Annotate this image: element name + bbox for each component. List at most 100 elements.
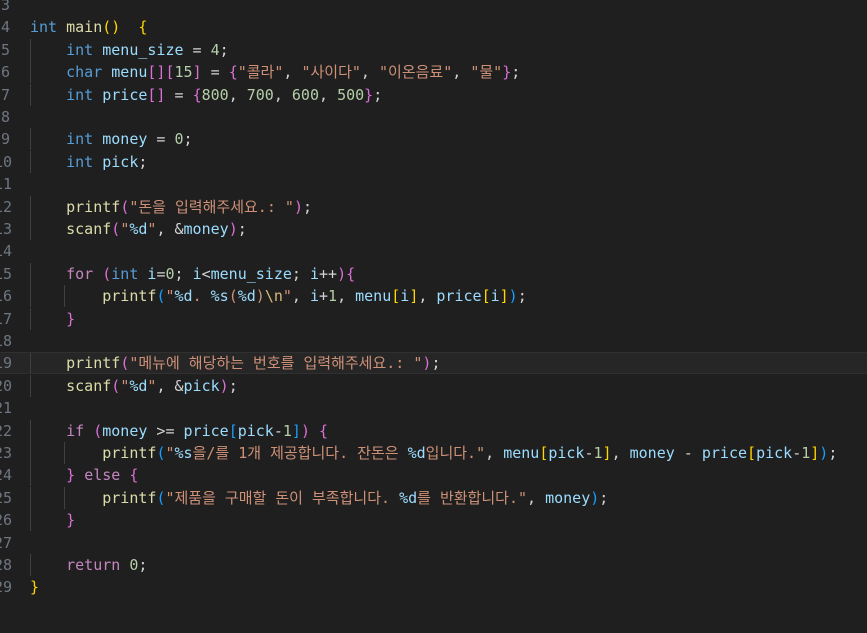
line-number: 28 (0, 556, 13, 574)
code-line[interactable]: 26 } (0, 509, 867, 532)
code-token: money (102, 130, 148, 149)
code-token: ; (517, 287, 527, 306)
code-line[interactable]: 18 (0, 330, 867, 352)
code-token: int (66, 130, 94, 149)
code-token: ] (291, 421, 301, 440)
code-line[interactable]: 27 (0, 532, 867, 554)
code-line[interactable]: 7 int price[] = {800, 700, 600, 500}; (0, 83, 867, 106)
line-number: 9 (0, 130, 10, 149)
code-line[interactable]: 9 int money = 0; (0, 128, 867, 151)
code-text: printf("메뉴에 해당하는 번호를 입력해주세요.: "); (30, 353, 440, 373)
line-number: 18 (0, 332, 13, 350)
code-token: "콜라" (237, 63, 284, 82)
code-token: 500 (337, 85, 365, 104)
code-token: ) (337, 264, 347, 283)
code-editor[interactable]: 3 4 int main() {5 int menu_size = 4; 6 char… (0, 0, 867, 633)
code-line[interactable]: 21 (0, 397, 867, 419)
code-token: ] (602, 444, 612, 462)
code-text: } (30, 509, 75, 531)
code-token: [ (747, 444, 757, 462)
code-token: ( (102, 264, 112, 283)
code-line[interactable]: 23 printf("%s을/를 1개 제공합니다. 잔돈은 %d입니다.", … (0, 442, 867, 464)
code-line[interactable]: 11 (0, 173, 867, 195)
code-line[interactable]: 24 } else { (0, 464, 867, 487)
code-line[interactable]: 3 (0, 0, 867, 16)
code-token: printf (66, 354, 121, 373)
code-token: () (102, 18, 121, 37)
code-text: int price[] = {800, 700, 600, 500}; (30, 84, 382, 106)
code-token: ; (138, 556, 148, 574)
code-line[interactable]: 5 int menu_size = 4; (0, 38, 867, 61)
code-token: return (66, 556, 121, 574)
code-token: . (192, 287, 211, 306)
line-number: 7 (0, 85, 10, 104)
code-token: %d (399, 488, 418, 507)
code-line[interactable]: 22 if (money >= price[pick-1]) { (0, 419, 867, 442)
code-text: if (money >= price[pick-1]) { (30, 420, 328, 442)
code-line[interactable]: 16 printf("%d. %s(%d)\n", i+1, menu[i], … (0, 285, 867, 308)
code-token: 700 (246, 85, 274, 104)
code-token: 800 (201, 85, 229, 104)
code-token: ; (431, 354, 441, 373)
code-line[interactable]: 4 int main() { (0, 16, 867, 38)
code-token: ; (237, 220, 247, 238)
code-text: printf("돈을 입력해주세요.: "); (30, 196, 312, 218)
code-token: printf (102, 488, 157, 507)
code-token: { (346, 264, 356, 283)
code-token: { (319, 421, 329, 440)
code-token: } (502, 63, 512, 82)
code-token: ; (183, 130, 193, 149)
code-text: scanf("%d", &money); (30, 218, 247, 240)
code-line[interactable]: 14 (0, 240, 867, 262)
code-token: [ (165, 63, 175, 82)
code-token: int (66, 40, 94, 59)
code-token: ( (228, 287, 238, 306)
code-token: else (84, 466, 121, 485)
code-token: 1 (593, 444, 603, 462)
line-number: 17 (0, 309, 13, 328)
code-line[interactable]: 20 scanf("%d", &pick); (0, 374, 867, 397)
line-number: 19 (0, 354, 13, 373)
code-token: 15 (174, 63, 193, 82)
code-token: money (629, 444, 675, 462)
code-line[interactable]: 10 int pick; (0, 150, 867, 173)
code-token: { (138, 18, 148, 37)
code-token: ) (590, 488, 600, 507)
code-token: printf (66, 197, 121, 216)
code-text: int main() { (30, 16, 147, 38)
code-token: 를 반환합니다." (417, 488, 528, 507)
line-number: 12 (0, 197, 13, 216)
code-line[interactable]: 19 printf("메뉴에 해당하는 번호를 입력해주세요.: "); (0, 352, 867, 375)
code-line[interactable]: 29} (0, 576, 867, 598)
code-token: " (165, 444, 175, 462)
code-line[interactable]: 6 char menu[][15] = {"콜라", "사이다", "이온음료"… (0, 61, 867, 84)
code-token: " (282, 287, 292, 306)
code-line[interactable]: 15 for (int i=0; i<menu_size; i++){ (0, 262, 867, 285)
code-token: ; (511, 63, 521, 82)
code-token: ] (810, 444, 820, 462)
code-line[interactable]: 13 scanf("%d", &money); (0, 218, 867, 240)
code-token: "이온음료" (378, 63, 453, 82)
code-token: scanf (66, 376, 112, 395)
code-token: ; (138, 152, 148, 171)
code-token: } (364, 85, 374, 104)
code-line[interactable]: 17 } (0, 307, 867, 330)
line-number: 20 (0, 376, 13, 395)
code-token: >= (147, 421, 184, 440)
code-line[interactable]: 8 (0, 106, 867, 128)
code-text: scanf("%d", &pick); (30, 375, 238, 397)
code-line[interactable]: 25 printf("제품을 구매할 돈이 부족합니다. %d를 반환합니다."… (0, 486, 867, 509)
code-token: int (66, 85, 94, 104)
code-token: %d (129, 376, 148, 395)
code-line[interactable]: 12 printf("돈을 입력해주세요.: "); (0, 195, 867, 218)
line-number: 27 (0, 533, 13, 552)
code-line[interactable]: 28 return 0; (0, 554, 867, 576)
code-token: money (183, 220, 229, 238)
